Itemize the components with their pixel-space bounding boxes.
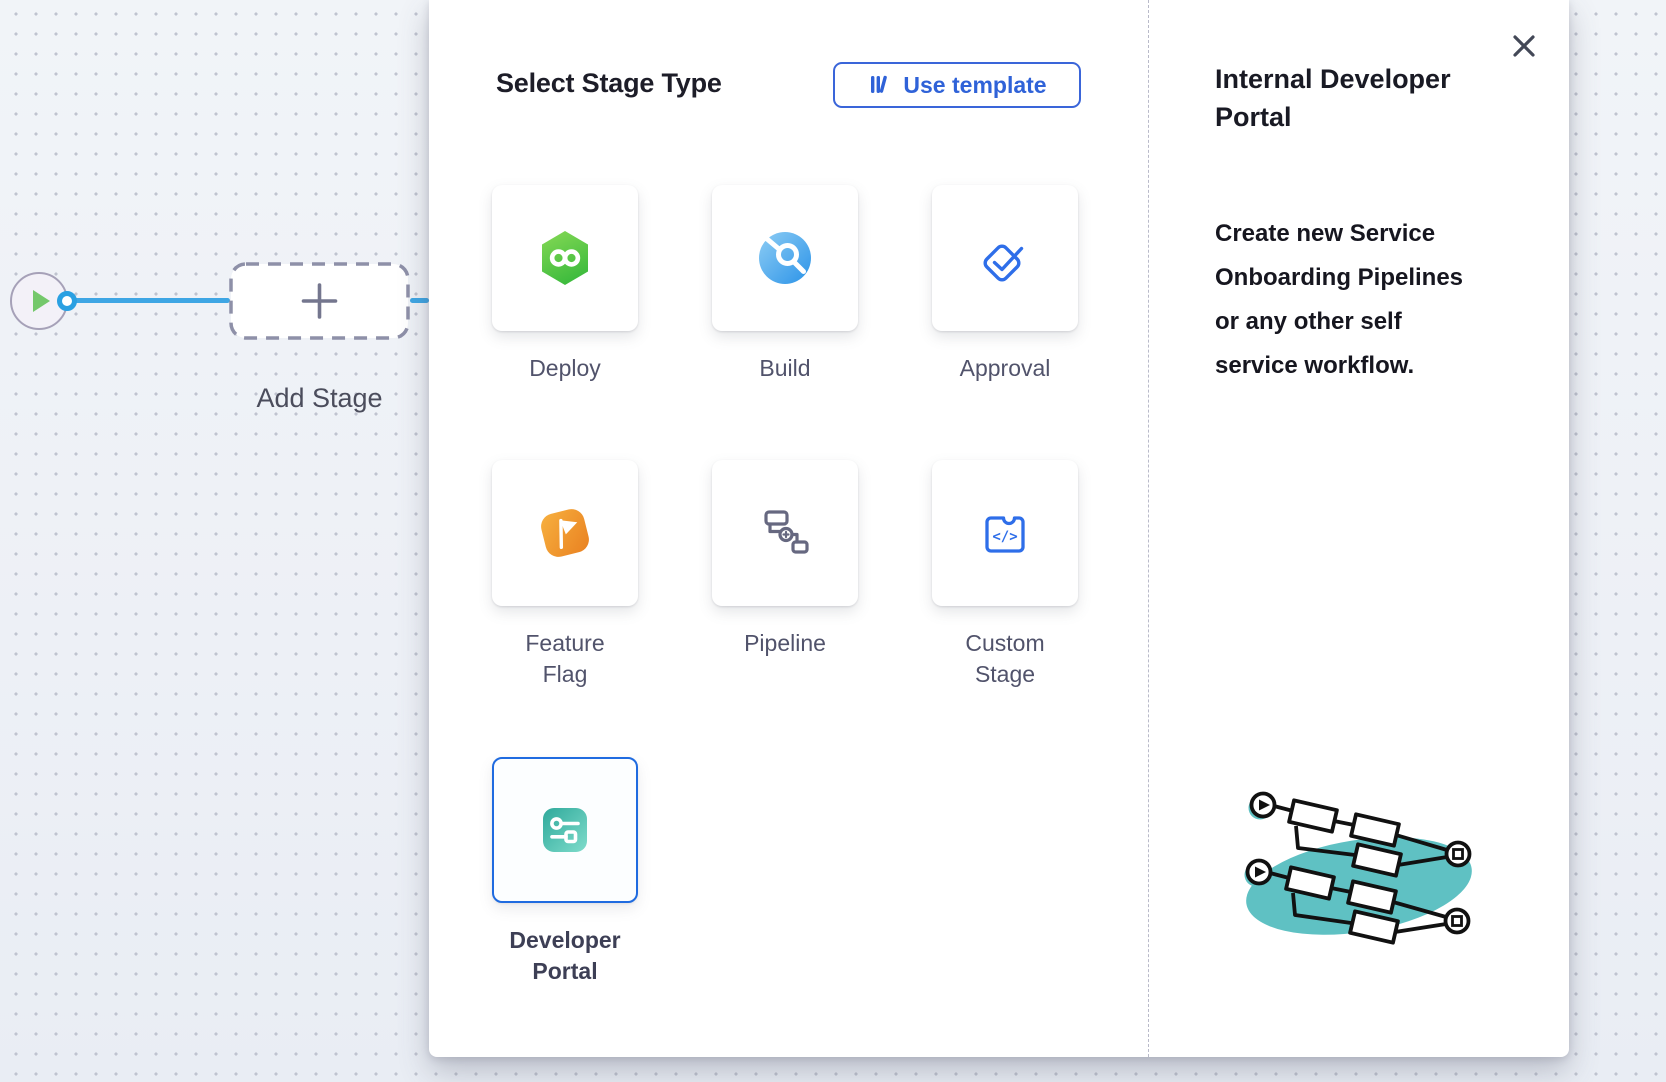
stage-cell-custom-stage: </> Custom Stage <box>932 460 1078 690</box>
stage-tile-build[interactable] <box>712 185 858 331</box>
template-library-icon <box>867 73 891 97</box>
details-description: Create new Service Onboarding Pipelines … <box>1215 212 1483 388</box>
stage-cell-build: Build <box>712 185 858 384</box>
stage-cell-feature-flag: Feature Flag <box>492 460 638 690</box>
stage-cell-pipeline: Pipeline <box>712 460 858 659</box>
stage-tile-custom-stage[interactable]: </> <box>932 460 1078 606</box>
approval-check-icon <box>973 226 1037 290</box>
pipeline-edge <box>410 298 429 303</box>
stage-details-panel: Internal Developer Portal Create new Ser… <box>1148 0 1569 1057</box>
pipelines-illustration <box>1239 768 1479 958</box>
stage-cell-approval: Approval <box>932 185 1078 384</box>
stage-label: Custom Stage <box>943 628 1067 690</box>
pipeline-edge <box>70 298 230 303</box>
stage-cell-developer-portal: Developer Portal <box>492 757 638 987</box>
stage-tile-pipeline[interactable] <box>712 460 858 606</box>
add-stage-node[interactable] <box>229 262 410 340</box>
dialog-title: Select Stage Type <box>496 68 722 99</box>
edge-connector-dot <box>57 291 77 311</box>
close-icon <box>1509 31 1539 61</box>
stage-label: Developer Portal <box>503 925 627 987</box>
stage-cell-deploy: Deploy <box>492 185 638 384</box>
custom-stage-code-icon: </> <box>973 501 1037 565</box>
stage-label: Build <box>759 353 810 384</box>
use-template-label: Use template <box>903 72 1046 99</box>
play-icon <box>33 290 50 312</box>
stage-type-section: Select Stage Type Use template <box>429 0 1148 1057</box>
stage-tile-approval[interactable] <box>932 185 1078 331</box>
pipeline-stages-icon <box>753 501 817 565</box>
use-template-button[interactable]: Use template <box>833 62 1081 108</box>
stage-tile-deploy[interactable] <box>492 185 638 331</box>
dashed-box <box>229 262 410 340</box>
ci-build-icon <box>753 226 817 290</box>
select-stage-dialog: Select Stage Type Use template <box>429 0 1569 1057</box>
code-glyph: </> <box>992 529 1017 545</box>
stage-label: Deploy <box>529 353 601 384</box>
developer-portal-icon <box>533 798 597 862</box>
stage-tile-developer-portal[interactable] <box>492 757 638 903</box>
feature-flag-icon <box>533 501 597 565</box>
details-title: Internal Developer Portal <box>1215 60 1515 136</box>
stage-label: Approval <box>960 353 1051 384</box>
stage-label: Pipeline <box>744 628 826 659</box>
cd-deploy-icon <box>533 226 597 290</box>
stage-label: Feature Flag <box>503 628 627 690</box>
close-button[interactable] <box>1508 30 1540 62</box>
stage-tile-feature-flag[interactable] <box>492 460 638 606</box>
add-stage-label: Add Stage <box>229 383 410 414</box>
